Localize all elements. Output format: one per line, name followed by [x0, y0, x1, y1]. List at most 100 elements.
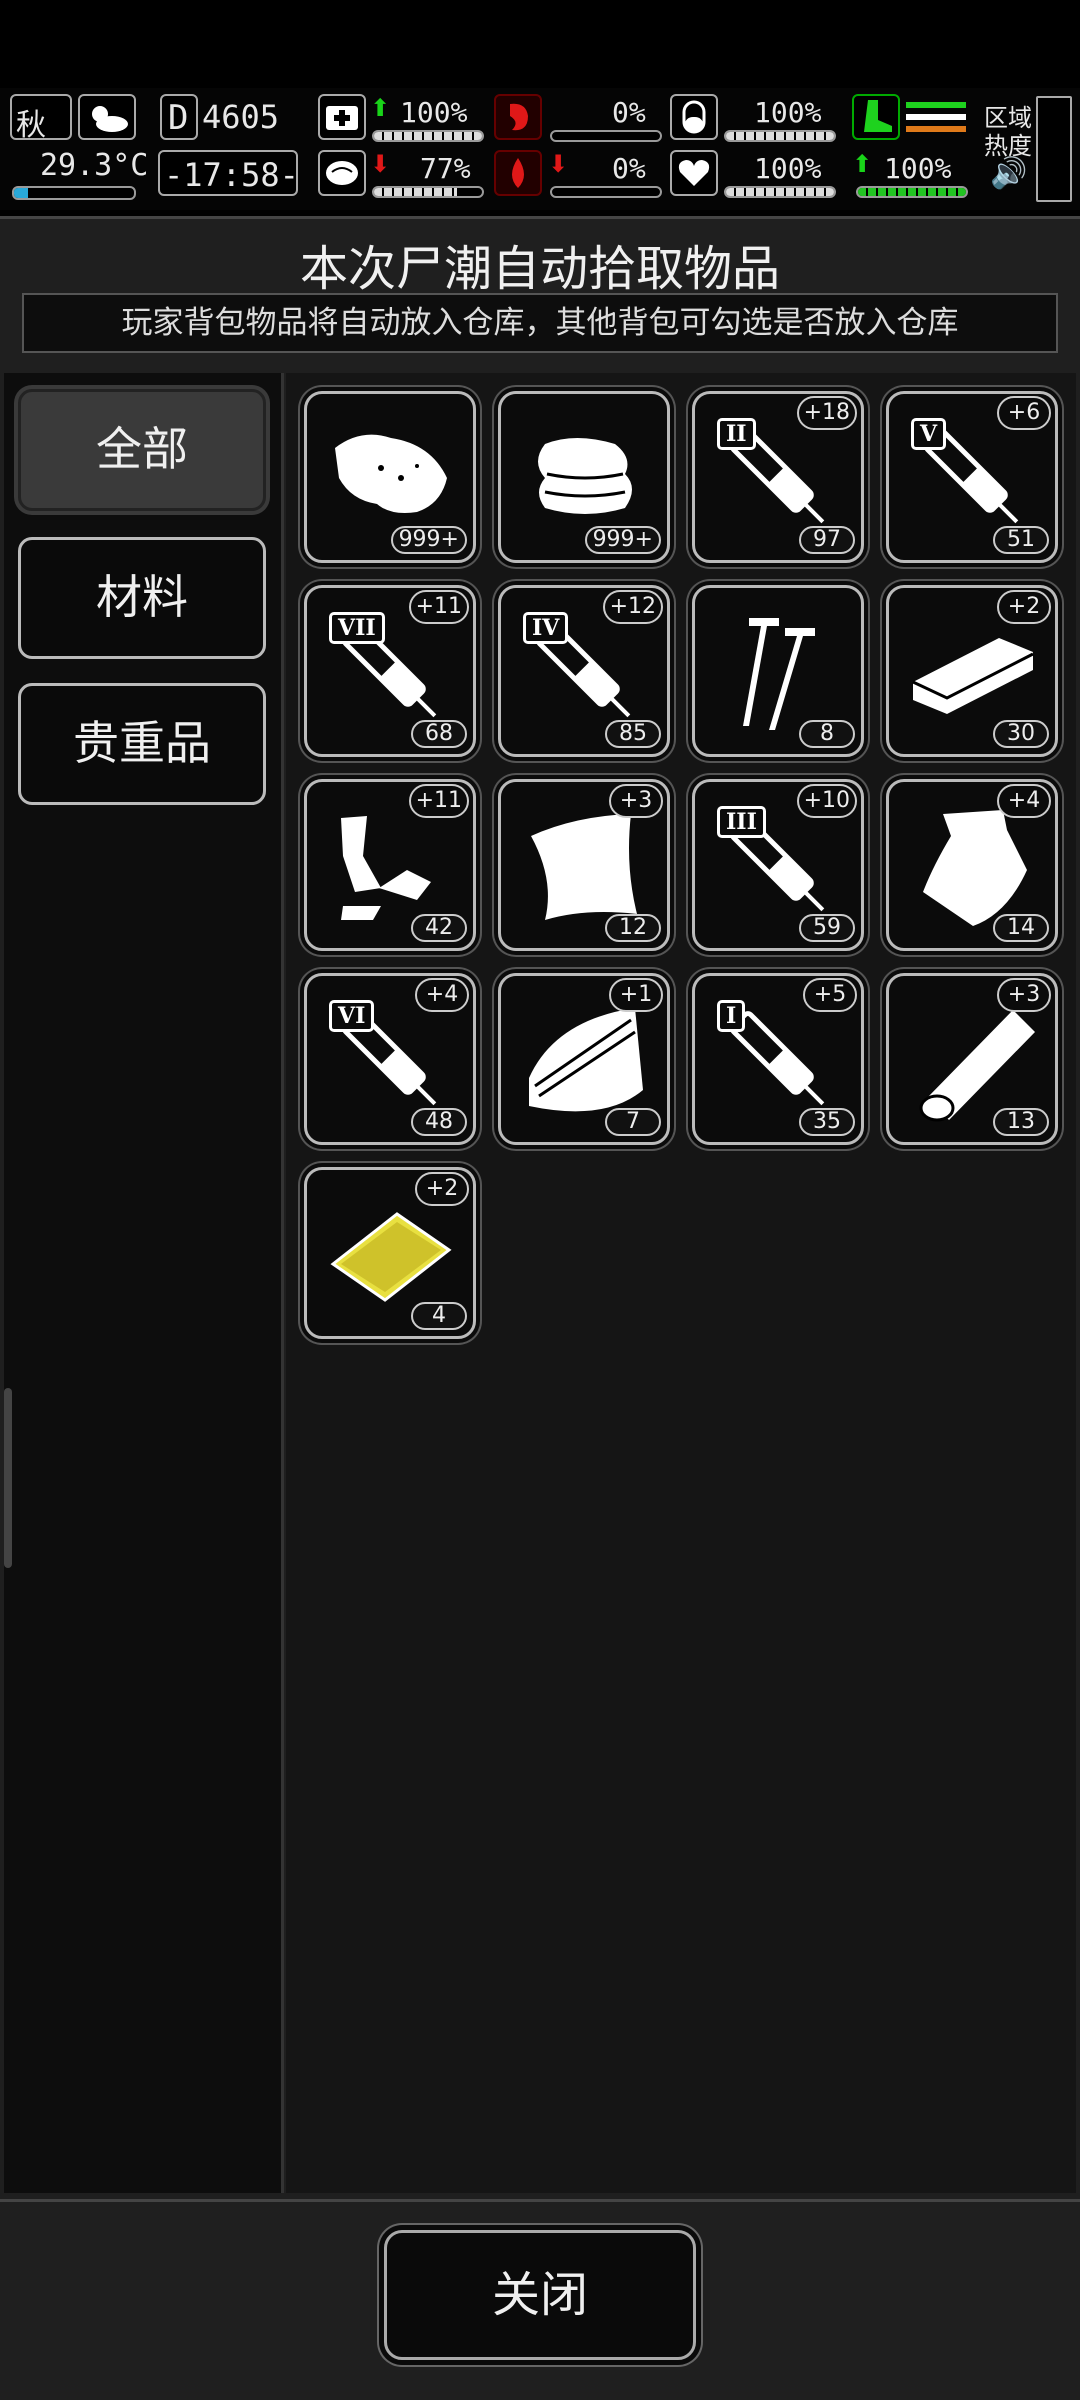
- stamina-value: 100%: [884, 152, 952, 185]
- category-sidebar: 全部 材料 贵重品: [4, 373, 284, 2193]
- blood-drop-icon: [494, 150, 542, 196]
- item-count: 48: [411, 1108, 467, 1136]
- item-slot[interactable]: III +10 59: [692, 779, 864, 951]
- item-count: 14: [993, 914, 1049, 942]
- item-slot[interactable]: +4 14: [886, 779, 1058, 951]
- blood-value: 0%: [612, 152, 646, 185]
- gain-badge: +3: [609, 784, 663, 818]
- clock-box: -17:58-: [158, 150, 299, 196]
- item-slot[interactable]: 999+: [304, 391, 476, 563]
- day-prefix: D: [168, 98, 189, 138]
- item-slot[interactable]: 8: [692, 585, 864, 757]
- heart-bar: [724, 186, 836, 198]
- stamina-bar: [856, 186, 968, 198]
- status-hud: 秋 29.3°C D 4605 -17:58- ⬆ 100% ⬇ 77% 0% …: [0, 88, 1080, 210]
- gain-badge: +2: [415, 1172, 469, 1206]
- close-button[interactable]: 关闭: [384, 2230, 696, 2360]
- pill-bar: [724, 130, 836, 142]
- panel-title: 本次尸潮自动拾取物品: [299, 241, 780, 297]
- gain-badge: +11: [408, 784, 469, 818]
- item-count: 999+: [584, 526, 661, 554]
- item-slot[interactable]: +3 12: [498, 779, 670, 951]
- season-box: 秋: [10, 94, 72, 143]
- day-prefix-box: D: [160, 94, 198, 140]
- item-count: 68: [411, 720, 467, 748]
- item-grid: 999+ 999+ II +18 97 V +6 51 VII +11 68 IV +12 85 8 +2 30…: [286, 373, 1076, 2193]
- item-slot[interactable]: II +18 97: [692, 391, 864, 563]
- brain-icon: [318, 150, 366, 196]
- gain-badge: +18: [796, 396, 857, 430]
- item-count: 12: [605, 914, 661, 942]
- zone-heat-meter: [1036, 96, 1072, 202]
- item-count: 13: [993, 1108, 1049, 1136]
- item-slot[interactable]: +1 7: [498, 973, 670, 1145]
- item-count: 30: [993, 720, 1049, 748]
- tier-badge: V: [911, 418, 947, 450]
- item-count: 4: [411, 1302, 467, 1330]
- item-slot[interactable]: +3 13: [886, 973, 1058, 1145]
- tier-badge: VI: [329, 1000, 375, 1032]
- item-count: 85: [605, 720, 661, 748]
- item-count: 8: [799, 720, 855, 748]
- stamina-up-arrow-icon: ⬆: [852, 150, 873, 178]
- game-screen: 秋 29.3°C D 4605 -17:58- ⬆ 100% ⬇ 77% 0% …: [0, 0, 1080, 2400]
- item-count: 59: [799, 914, 855, 942]
- panel-subtitle: 玩家背包物品将自动放入仓库，其他背包可勾选是否放入仓库: [22, 293, 1058, 353]
- item-slot[interactable]: I +5 35: [692, 973, 864, 1145]
- sanity-value: 77%: [420, 152, 471, 185]
- item-count: 97: [799, 526, 855, 554]
- medkit-icon: [318, 94, 366, 140]
- boot-icon: [852, 94, 900, 140]
- item-count: 7: [605, 1108, 661, 1136]
- weather-icon: [78, 94, 136, 140]
- season-label: 秋: [16, 108, 46, 143]
- speaker-icon[interactable]: 🔊: [990, 156, 1027, 191]
- item-slot[interactable]: +2 4: [304, 1167, 476, 1339]
- stamina-line-1: [906, 102, 966, 108]
- tab-valuables[interactable]: 贵重品: [18, 683, 266, 805]
- tier-badge: II: [717, 418, 756, 450]
- tier-badge: III: [717, 806, 766, 838]
- tier-badge: VII: [329, 612, 385, 644]
- gain-badge: +10: [796, 784, 857, 818]
- gain-badge: +12: [602, 590, 663, 624]
- stamina-line-3: [906, 126, 966, 132]
- item-slot[interactable]: IV +12 85: [498, 585, 670, 757]
- item-slot[interactable]: +11 42: [304, 779, 476, 951]
- gain-badge: +11: [408, 590, 469, 624]
- sanity-down-arrow-icon: ⬇: [370, 150, 391, 178]
- heart-icon: [670, 150, 718, 196]
- health-up-arrow-icon: ⬆: [370, 94, 391, 122]
- gain-badge: +4: [415, 978, 469, 1012]
- item-slot[interactable]: +2 30: [886, 585, 1058, 757]
- tab-all[interactable]: 全部: [18, 389, 266, 511]
- item-slot[interactable]: 999+: [498, 391, 670, 563]
- item-slot[interactable]: V +6 51: [886, 391, 1058, 563]
- gain-badge: +3: [997, 978, 1051, 1012]
- temperature-bar: [12, 186, 136, 200]
- stomach-icon: [494, 94, 542, 140]
- hunger-bar: [550, 130, 662, 142]
- temperature-value: 29.3°C: [40, 148, 149, 183]
- gain-badge: +5: [803, 978, 857, 1012]
- blood-bar: [550, 186, 662, 198]
- heart-value: 100%: [754, 152, 822, 185]
- hunger-value: 0%: [612, 96, 646, 129]
- item-count: 51: [993, 526, 1049, 554]
- item-slot[interactable]: VI +4 48: [304, 973, 476, 1145]
- pill-value: 100%: [754, 96, 822, 129]
- auto-loot-panel: 本次尸潮自动拾取物品 玩家背包物品将自动放入仓库，其他背包可勾选是否放入仓库 全…: [0, 216, 1080, 2400]
- day-counter: 4605: [202, 98, 280, 136]
- blood-down-arrow-icon: ⬇: [548, 150, 569, 178]
- tab-materials[interactable]: 材料: [18, 537, 266, 659]
- item-slot[interactable]: VII +11 68: [304, 585, 476, 757]
- gain-badge: +1: [609, 978, 663, 1012]
- gain-badge: +4: [997, 784, 1051, 818]
- sanity-bar: [372, 186, 484, 198]
- tier-badge: I: [717, 1000, 746, 1032]
- left-scroll-handle[interactable]: [4, 1388, 12, 1568]
- item-count: 35: [799, 1108, 855, 1136]
- health-value: 100%: [400, 96, 468, 129]
- item-count: 42: [411, 914, 467, 942]
- item-count: 999+: [390, 526, 467, 554]
